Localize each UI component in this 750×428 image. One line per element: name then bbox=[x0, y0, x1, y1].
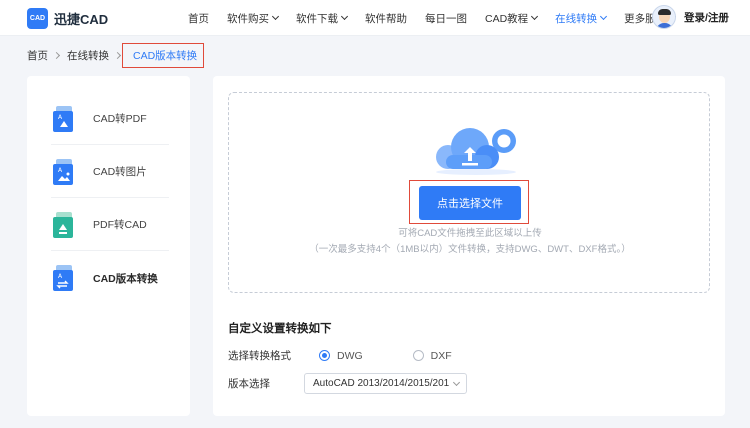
version-select-value: AutoCAD 2013/2014/2015/201 bbox=[313, 378, 450, 389]
choose-file-button[interactable]: 点击选择文件 bbox=[419, 186, 521, 220]
radio-label: DXF bbox=[430, 349, 452, 362]
radio-dwg[interactable]: DWG bbox=[319, 350, 363, 362]
sidebar-item-label: CAD转PDF bbox=[93, 113, 147, 125]
sidebar-item-label: CAD版本转换 bbox=[93, 272, 158, 285]
sidebar-item-cad-to-pdf[interactable]: A CAD转PDF bbox=[51, 93, 169, 145]
breadcrumb-current: CAD版本转换 bbox=[122, 42, 205, 68]
nav-item-online-convert[interactable]: 在线转换 bbox=[555, 11, 608, 26]
main-nav: 首页 软件购买 软件下载 软件帮助 每日一图 CAD教程 在线转换 更多服务 bbox=[188, 0, 693, 36]
radio-selected-icon[interactable] bbox=[319, 350, 330, 361]
nav-label: 软件帮助 bbox=[365, 12, 407, 25]
chevron-down-icon bbox=[452, 378, 461, 387]
avatar[interactable] bbox=[652, 5, 676, 29]
radio-unselected-icon[interactable] bbox=[412, 350, 424, 361]
cad-to-pdf-icon: A bbox=[53, 105, 73, 132]
chevron-down-icon bbox=[340, 12, 349, 21]
drop-hint: 可将CAD文件拖拽至此区域以上传 bbox=[398, 228, 542, 239]
nav-label: 首页 bbox=[188, 12, 209, 25]
version-label: 版本选择 bbox=[228, 378, 270, 390]
sidebar-item-cad-version-convert[interactable]: A CAD版本转换 bbox=[51, 252, 169, 304]
sidebar-item-pdf-to-cad[interactable]: PDF转CAD bbox=[51, 199, 169, 251]
settings-title: 自定义设置转换如下 bbox=[228, 323, 332, 335]
upload-limits-hint: （一次最多支持4个（1MB以内）文件转换，支持DWG、DWT、DXF格式。） bbox=[309, 244, 631, 255]
nav-label: CAD教程 bbox=[485, 12, 529, 25]
chevron-down-icon bbox=[531, 12, 539, 21]
format-label: 选择转换格式 bbox=[228, 350, 291, 362]
chevron-right-icon bbox=[113, 51, 122, 59]
breadcrumb: 首页 在线转换 CAD版本转换 bbox=[27, 42, 205, 68]
nav-label: 软件下载 bbox=[296, 12, 338, 25]
nav-label: 每日一图 bbox=[425, 12, 467, 25]
logo-mark: CAD bbox=[27, 8, 48, 29]
radio-dxf[interactable]: DXF bbox=[412, 349, 452, 362]
nav-item-daily-drawing[interactable]: 每日一图 bbox=[425, 11, 467, 26]
version-select[interactable]: AutoCAD 2013/2014/2015/201 bbox=[304, 373, 467, 394]
breadcrumb-home[interactable]: 首页 bbox=[27, 48, 48, 63]
nav-label: 软件购买 bbox=[227, 12, 269, 25]
nav-item-home[interactable]: 首页 bbox=[188, 11, 209, 26]
sidebar-item-cad-to-image[interactable]: A CAD转图片 bbox=[51, 146, 169, 198]
user-area[interactable]: 登录/注册 bbox=[652, 5, 729, 29]
logo-text: 迅捷CAD bbox=[54, 12, 109, 27]
chevron-down-icon bbox=[271, 12, 280, 21]
chevron-down-icon bbox=[600, 12, 608, 21]
conversion-panel: 点击选择文件 可将CAD文件拖拽至此区域以上传 （一次最多支持4个（1MB以内）… bbox=[213, 76, 725, 416]
pdf-to-cad-icon bbox=[53, 211, 73, 238]
cloud-upload-icon bbox=[436, 128, 516, 175]
conversion-sidebar: A CAD转PDF A CAD转图片 PDF转CAD A CAD版本转换 bbox=[27, 76, 190, 416]
nav-item-download[interactable]: 软件下载 bbox=[296, 11, 349, 26]
sidebar-item-label: PDF转CAD bbox=[93, 219, 147, 231]
nav-item-tutorials[interactable]: CAD教程 bbox=[485, 11, 539, 26]
breadcrumb-section[interactable]: 在线转换 bbox=[67, 48, 109, 63]
chevron-right-icon bbox=[52, 51, 61, 59]
nav-label: 在线转换 bbox=[555, 12, 598, 25]
format-row: 选择转换格式 DWG DXF bbox=[228, 348, 502, 363]
site-logo[interactable]: CAD 迅捷CAD bbox=[27, 8, 108, 29]
radio-label: DWG bbox=[337, 349, 363, 362]
nav-item-help[interactable]: 软件帮助 bbox=[365, 11, 407, 26]
cad-version-convert-icon: A bbox=[53, 265, 73, 291]
sidebar-item-label: CAD转图片 bbox=[93, 166, 147, 178]
login-link[interactable]: 登录/注册 bbox=[684, 10, 729, 25]
nav-item-buy[interactable]: 软件购买 bbox=[227, 11, 280, 26]
version-row: 版本选择 AutoCAD 2013/2014/2015/201 bbox=[228, 373, 467, 394]
cad-to-image-icon: A bbox=[53, 158, 73, 185]
file-drop-zone[interactable]: 点击选择文件 可将CAD文件拖拽至此区域以上传 （一次最多支持4个（1MB以内）… bbox=[228, 92, 710, 293]
top-navigation-bar: CAD 迅捷CAD 首页 软件购买 软件下载 软件帮助 每日一图 CAD教程 在… bbox=[0, 0, 750, 36]
